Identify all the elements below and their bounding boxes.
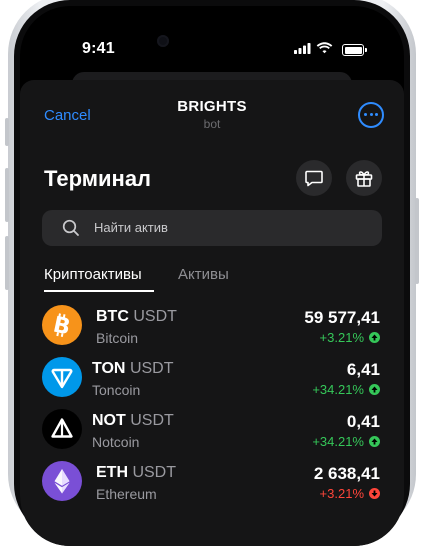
asset-base: ETH xyxy=(96,464,128,481)
wifi-icon xyxy=(316,42,333,54)
asset-quote: USDT xyxy=(129,360,174,377)
chat-button[interactable] xyxy=(296,160,332,196)
asset-pair: TON USDT xyxy=(92,360,174,378)
asset-base: NOT xyxy=(92,412,126,429)
asset-price: 2 638,41 xyxy=(313,464,380,483)
asset-change: +3.21% xyxy=(320,486,380,501)
change-value: +3.21% xyxy=(319,486,364,501)
side-button-mute xyxy=(5,118,9,146)
asset-change: +34.21% xyxy=(312,382,380,397)
side-button-volume-up xyxy=(5,168,9,222)
asset-change: +3.21% xyxy=(320,330,380,345)
asset-name: Notcoin xyxy=(92,434,140,450)
list-item[interactable]: NOT USDT Notcoin 0,41 +34.21% xyxy=(20,406,404,458)
arrow-up-icon xyxy=(369,436,380,447)
list-item[interactable]: ETH USDT Ethereum 2 638,41 +3.21% xyxy=(20,458,404,510)
asset-base: BTC xyxy=(96,308,129,325)
asset-tabs: Криптоактивы Активы xyxy=(44,266,384,296)
asset-pair: ETH USDT xyxy=(96,464,176,482)
more-options-button[interactable] xyxy=(358,102,384,128)
status-time: 9:41 xyxy=(82,40,115,57)
search-input[interactable]: Найти актив xyxy=(42,210,382,246)
side-button-power xyxy=(415,198,419,284)
battery-icon xyxy=(342,44,367,56)
tab-crypto-assets[interactable]: Криптоактивы xyxy=(44,266,142,283)
app-title: BRIGHTS xyxy=(177,98,247,115)
gift-icon xyxy=(355,171,373,187)
tab-assets[interactable]: Активы xyxy=(178,266,229,283)
ellipsis-icon xyxy=(364,113,378,117)
asset-quote: USDT xyxy=(133,308,177,325)
gift-button[interactable] xyxy=(346,160,382,196)
dynamic-island xyxy=(147,24,279,58)
chat-bubble-icon xyxy=(305,170,323,187)
camera-icon xyxy=(157,35,169,47)
arrow-up-icon xyxy=(369,332,380,343)
app-subtitle: bot xyxy=(203,117,221,131)
notcoin-icon xyxy=(42,409,82,449)
asset-quote: USDT xyxy=(130,412,174,429)
asset-price: 6,41 xyxy=(346,360,380,379)
asset-pair: NOT USDT xyxy=(92,412,174,430)
sheet-header: Cancel BRIGHTS bot xyxy=(20,92,404,138)
asset-pair: BTC USDT xyxy=(96,308,177,326)
bitcoin-icon: B xyxy=(42,305,82,345)
list-item[interactable]: TON USDT Toncoin 6,41 +34.21% xyxy=(20,354,404,406)
asset-name: Bitcoin xyxy=(96,330,139,346)
cellular-signal-icon xyxy=(294,43,311,54)
asset-base: TON xyxy=(92,360,126,377)
search-placeholder: Найти актив xyxy=(94,220,168,235)
asset-price: 59 577,41 xyxy=(304,308,380,327)
status-bar: 9:41 xyxy=(20,6,404,66)
asset-quote: USDT xyxy=(132,464,177,481)
asset-name: Toncoin xyxy=(92,382,141,398)
search-icon xyxy=(62,219,79,236)
change-value: +34.21% xyxy=(312,434,364,449)
change-value: +34.21% xyxy=(312,382,364,397)
arrow-up-icon xyxy=(369,384,380,395)
ethereum-icon xyxy=(42,461,82,501)
arrow-down-icon xyxy=(369,488,380,499)
phone-screen: 9:41 Cancel BRIGHTS bot Терминал Найти а… xyxy=(20,6,404,546)
page-title: Терминал xyxy=(44,166,152,191)
side-button-volume-down xyxy=(5,236,9,290)
list-item[interactable]: B BTC USDT Bitcoin 59 577,41 +3.21% xyxy=(20,302,404,354)
active-tab-indicator xyxy=(44,290,154,292)
header-title-group: BRIGHTS bot xyxy=(20,98,404,131)
asset-change: +34.21% xyxy=(312,434,380,449)
change-value: +3.21% xyxy=(319,330,364,345)
asset-price: 0,41 xyxy=(346,412,380,431)
asset-name: Ethereum xyxy=(96,486,157,502)
toncoin-icon xyxy=(42,357,82,397)
